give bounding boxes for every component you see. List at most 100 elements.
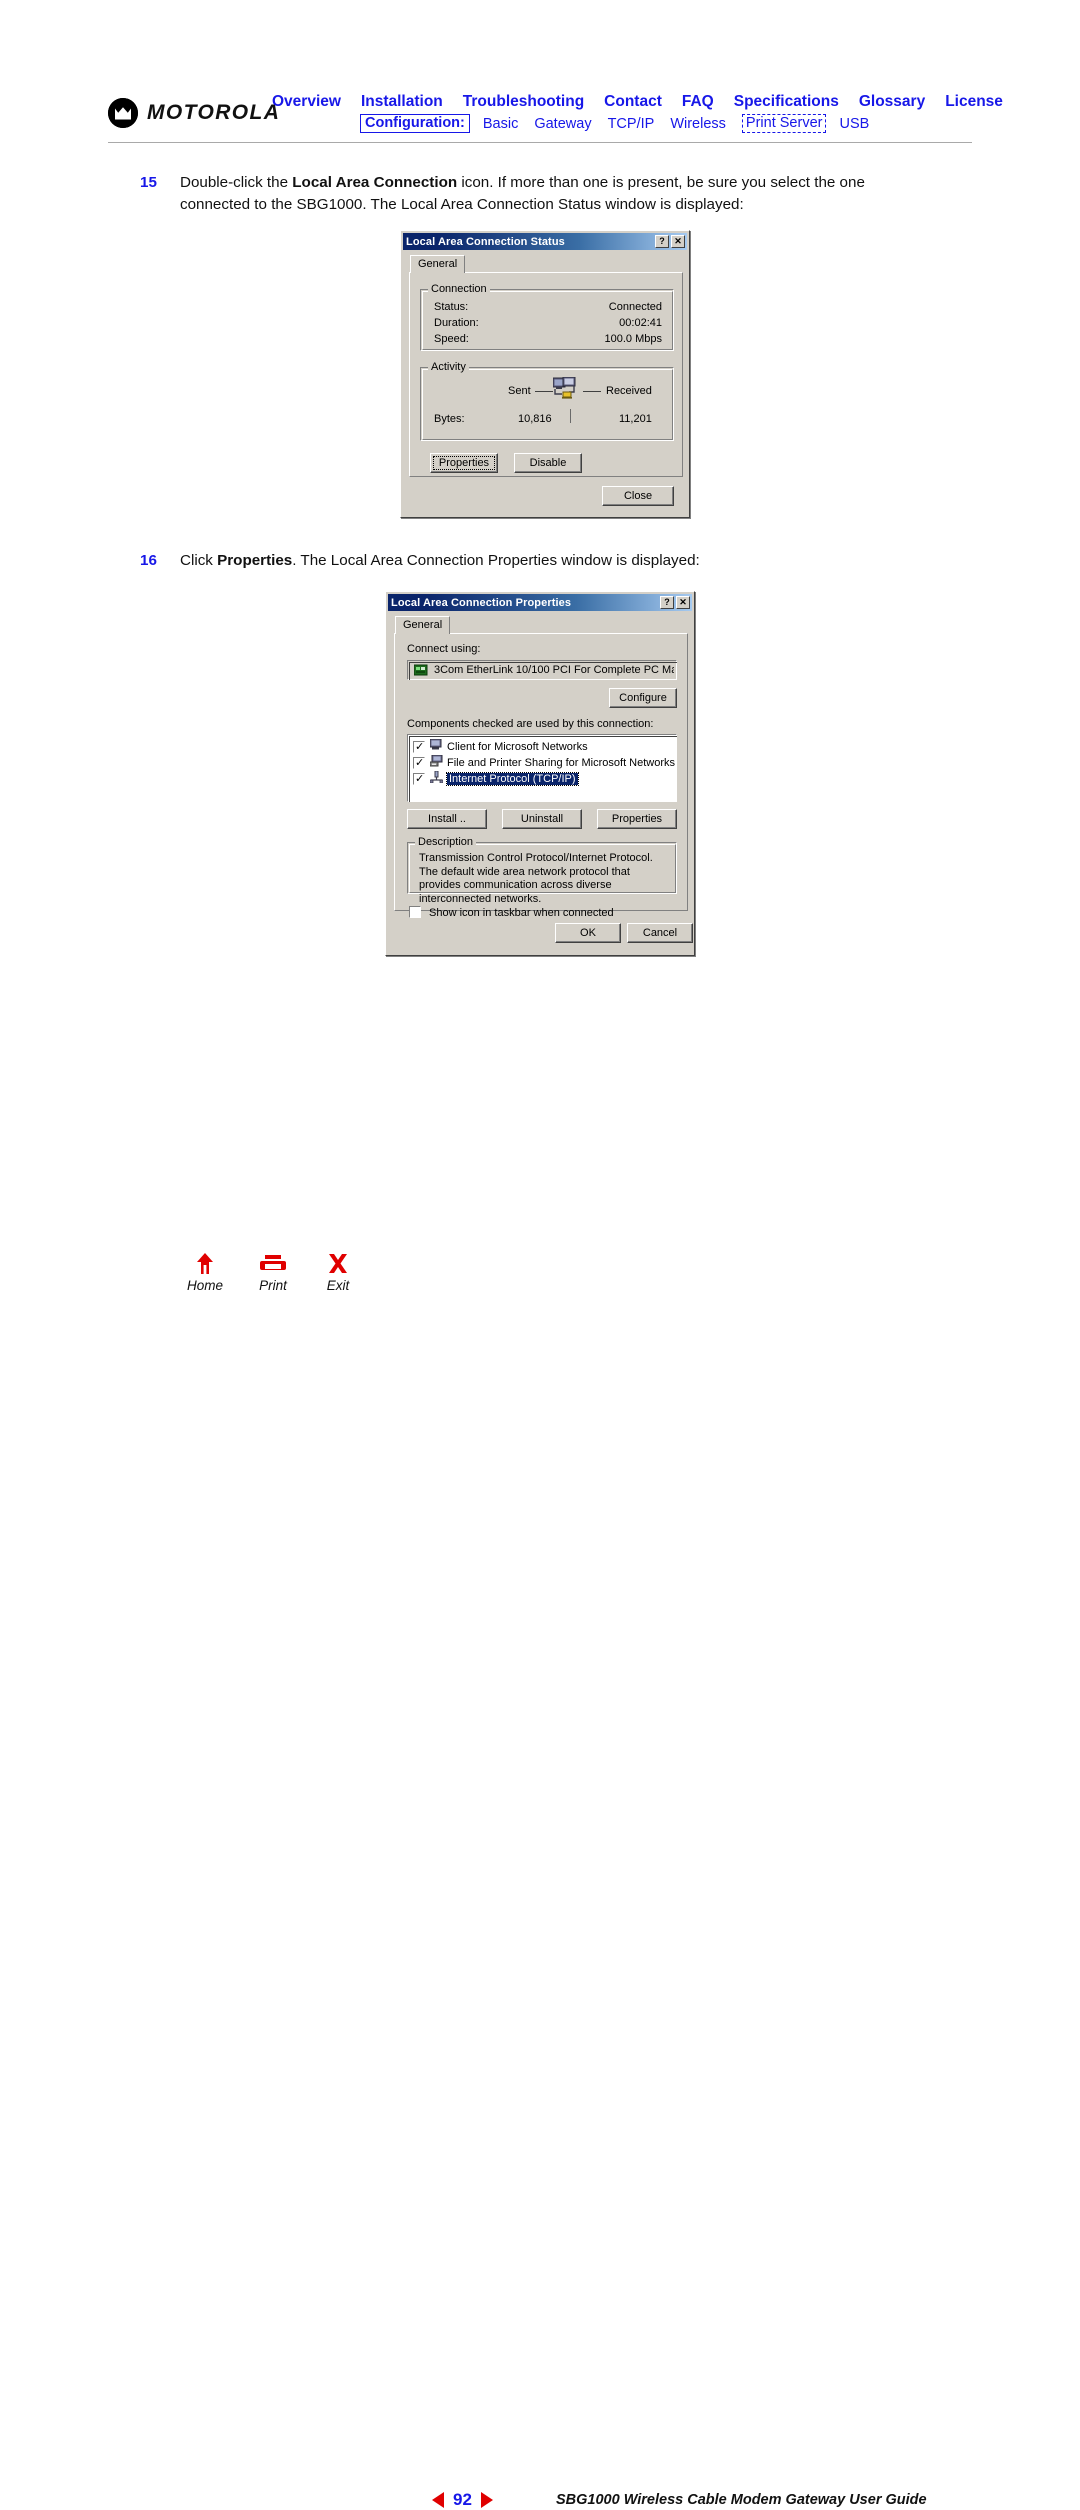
nav-link-basic[interactable]: Basic [483, 116, 518, 132]
exit-x-icon [308, 1252, 368, 1278]
component-checkbox[interactable]: ✓ [413, 772, 425, 785]
component-properties-button[interactable]: Properties [597, 809, 677, 829]
activity-groupbox: Activity Sent Received Bytes: 10,816 11,… [420, 361, 674, 441]
uninstall-button[interactable]: Uninstall [502, 809, 582, 829]
network-activity-icon [552, 376, 583, 408]
network-adapter-icon [413, 664, 428, 682]
ok-button-label: OK [580, 927, 596, 939]
motorola-logo: MOTOROLA [108, 98, 280, 128]
nav-link-glossary[interactable]: Glossary [859, 93, 925, 111]
component-properties-button-label: Properties [611, 813, 663, 825]
list-item[interactable]: ✓ File and Printer Sharing for Microsoft… [413, 754, 675, 770]
help-icon[interactable]: ? [660, 596, 674, 609]
configure-button[interactable]: Configure [609, 688, 677, 708]
home-button[interactable]: Home [175, 1252, 235, 1293]
list-item-selected[interactable]: ✓ Internet Protocol (TCP/IP) [413, 770, 579, 786]
activity-divider [570, 409, 571, 423]
exit-button[interactable]: Exit [308, 1252, 368, 1293]
print-button[interactable]: Print [243, 1252, 303, 1293]
nav-link-specifications[interactable]: Specifications [734, 93, 839, 111]
step-16-bold-properties: Properties [217, 552, 293, 569]
page-footer: Home Print Exit 92 SBG1000 Wireless Cabl… [0, 1240, 1080, 2509]
page-navigation: 92 [432, 2490, 493, 2510]
component-checkbox[interactable]: ✓ [413, 740, 425, 753]
home-arrow-icon [175, 1252, 235, 1278]
show-taskbar-icon-label: Show icon in taskbar when connected [429, 907, 614, 919]
status-dialog-title: Local Area Connection Status [406, 235, 565, 248]
close-button[interactable]: Close [602, 486, 674, 506]
header-divider [108, 142, 972, 143]
install-button[interactable]: Install .. [407, 809, 487, 829]
components-label: Components checked are used by this conn… [407, 718, 654, 730]
step-16: 16 Click Properties. The Local Area Conn… [140, 550, 930, 572]
nav-link-faq[interactable]: FAQ [682, 93, 714, 111]
status-dialog-titlebar[interactable]: Local Area Connection Status ? ✕ [403, 233, 687, 250]
prev-page-arrow-icon[interactable] [432, 2492, 444, 2508]
connection-groupbox: Connection Status: Connected Duration: 0… [420, 283, 674, 351]
secondary-navigation: Configuration: Basic Gateway TCP/IP Wire… [360, 114, 869, 133]
nav-link-license[interactable]: License [945, 93, 1003, 111]
properties-dialog-titlebar[interactable]: Local Area Connection Properties ? ✕ [388, 594, 692, 611]
local-area-connection-properties-dialog[interactable]: Local Area Connection Properties ? ✕ Gen… [385, 591, 695, 956]
step-15-text: Double-click the Local Area Connection i… [180, 172, 930, 216]
duration-label: Duration: [434, 317, 479, 329]
local-area-connection-status-dialog[interactable]: Local Area Connection Status ? ✕ General… [400, 230, 690, 518]
nav-link-troubleshooting[interactable]: Troubleshooting [463, 93, 584, 111]
nav-link-tcpip[interactable]: TCP/IP [608, 116, 655, 132]
guide-title: SBG1000 Wireless Cable Modem Gateway Use… [556, 2492, 927, 2508]
close-icon[interactable]: ✕ [676, 596, 690, 609]
connect-using-label: Connect using: [407, 643, 481, 655]
show-taskbar-icon-checkbox[interactable] [409, 906, 421, 918]
ok-button[interactable]: OK [555, 923, 621, 943]
nav-link-installation[interactable]: Installation [361, 93, 443, 111]
step-15: 15 Double-click the Local Area Connectio… [140, 172, 930, 216]
computer-client-icon [429, 738, 443, 754]
configuration-label: Configuration: [360, 114, 470, 133]
checkmark-icon: ✓ [415, 756, 425, 769]
uninstall-button-label: Uninstall [520, 813, 564, 825]
motorola-wordmark: MOTOROLA [147, 101, 281, 124]
checkmark-icon: ✓ [415, 740, 425, 753]
components-list[interactable]: ✓ Client for Microsoft Networks ✓ File a… [407, 734, 677, 802]
status-properties-button[interactable]: Properties [430, 453, 498, 473]
close-icon[interactable]: ✕ [671, 235, 685, 248]
component-label: Client for Microsoft Networks [447, 740, 588, 753]
activity-group-title: Activity [428, 361, 469, 373]
activity-line-left [535, 391, 553, 392]
cancel-button[interactable]: Cancel [627, 923, 693, 943]
component-checkbox[interactable]: ✓ [413, 756, 425, 769]
printer-icon [243, 1252, 303, 1278]
tab-general[interactable]: General [395, 616, 451, 634]
nav-link-wireless[interactable]: Wireless [670, 116, 726, 132]
nav-link-overview[interactable]: Overview [272, 93, 341, 111]
home-button-label: Home [186, 1278, 223, 1293]
adapter-field[interactable]: 3Com EtherLink 10/100 PCI For Complete P… [407, 660, 677, 680]
connection-group-title: Connection [428, 283, 490, 295]
status-label: Status: [434, 301, 469, 313]
tab-general[interactable]: General [410, 255, 466, 273]
step-16-text-part2: . The Local Area Connection Properties w… [292, 552, 700, 569]
step-16-text: Click Properties. The Local Area Connect… [180, 550, 930, 572]
description-text: Transmission Control Protocol/Internet P… [419, 852, 653, 905]
motorola-batwing-icon [108, 98, 138, 128]
status-value: Connected [608, 301, 662, 313]
disable-button[interactable]: Disable [514, 453, 582, 473]
properties-dialog-tabstrip: General [395, 615, 451, 634]
help-icon[interactable]: ? [655, 235, 669, 248]
properties-tab-page: Connect using: 3Com EtherLink 10/100 PCI… [394, 633, 688, 919]
step-15-bold-local-area-connection: Local Area Connection [292, 174, 458, 191]
nav-link-print-server[interactable]: Print Server [741, 114, 827, 133]
received-label: Received [606, 385, 652, 397]
step-15-number: 15 [140, 174, 157, 191]
status-tab-page: Connection Status: Connected Duration: 0… [409, 272, 683, 477]
nav-link-gateway[interactable]: Gateway [534, 116, 591, 132]
nav-link-usb[interactable]: USB [839, 116, 869, 132]
next-page-arrow-icon[interactable] [480, 2492, 493, 2508]
close-button-label: Close [623, 490, 653, 502]
install-button-label: Install .. [428, 813, 466, 825]
component-label: Internet Protocol (TCP/IP) [446, 771, 579, 786]
speed-label: Speed: [434, 333, 469, 345]
duration-value: 00:02:41 [619, 317, 662, 329]
list-item[interactable]: ✓ Client for Microsoft Networks [413, 738, 588, 754]
nav-link-contact[interactable]: Contact [604, 93, 662, 111]
